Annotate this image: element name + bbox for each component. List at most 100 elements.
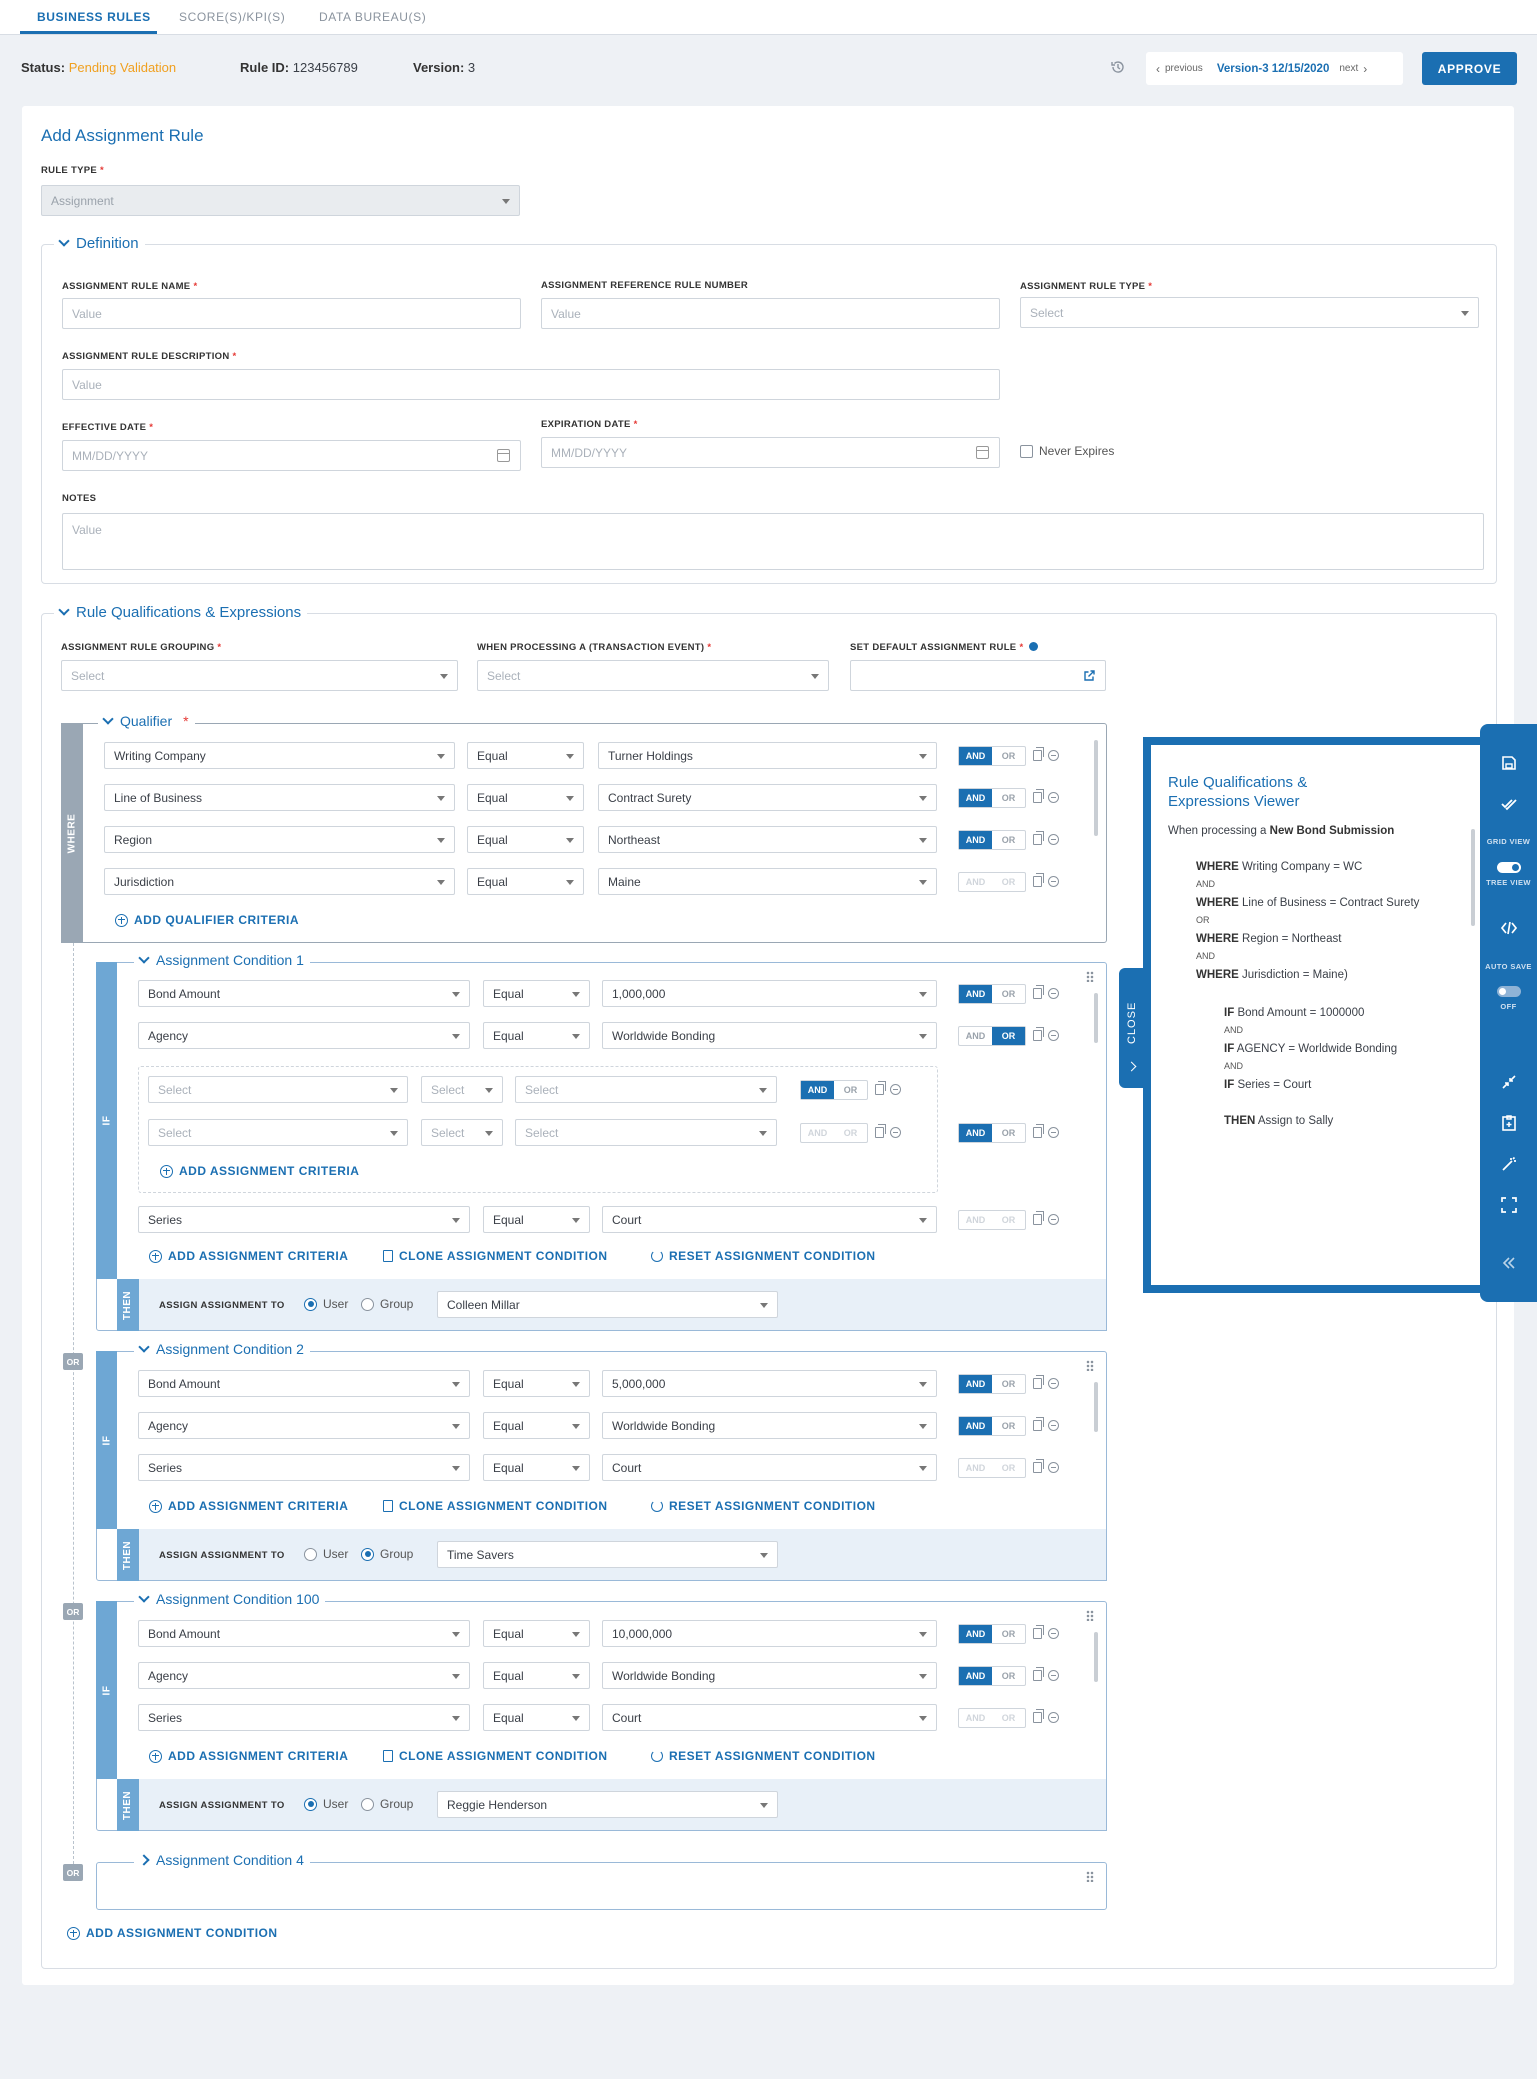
copy-icon[interactable] [875,1124,886,1138]
condition-field-select[interactable]: Bond Amount [138,980,470,1007]
or-toggle[interactable]: OR [834,1081,867,1099]
condition-and-or[interactable]: AND OR [958,1708,1026,1728]
and-toggle[interactable]: AND [959,1417,992,1435]
condition-toggle[interactable]: Assignment Condition 2 [134,1340,310,1357]
ref-number-input[interactable]: Value [541,298,1000,329]
qualifier-value-select[interactable]: Northeast [598,826,937,853]
copy-icon[interactable] [1033,1709,1044,1723]
description-input[interactable]: Value [62,369,1000,400]
condition-4-toggle[interactable]: Assignment Condition 4 [134,1852,310,1868]
remove-icon[interactable] [1048,834,1059,845]
expiration-date-input[interactable]: MM/DD/YYYY [541,437,1000,468]
add-assignment-condition-button[interactable]: ADD ASSIGNMENT CONDITION [67,1926,278,1940]
rule-type-select[interactable]: Assignment [41,185,520,216]
collapse-icon[interactable] [1500,1073,1518,1091]
qualifier-operator-select[interactable]: Equal [467,826,584,853]
condition-and-or[interactable]: AND OR [958,1026,1026,1046]
rule-name-input[interactable]: Value [62,298,521,329]
radio-circle[interactable] [304,1297,317,1311]
qualifier-field-select[interactable]: Jurisdiction [104,868,455,895]
remove-icon[interactable] [1048,1712,1059,1723]
qualifier-and-or[interactable]: AND OR [958,872,1026,892]
rule-qualifications-toggle[interactable]: Rule Qualifications & Expressions [54,604,308,621]
clone-condition-button[interactable]: CLONE ASSIGNMENT CONDITION [383,1749,608,1763]
add-qualifier-criteria-button[interactable]: ADD QUALIFIER CRITERIA [115,913,299,927]
drag-handle-icon[interactable] [1086,971,1094,982]
save-icon[interactable] [1500,754,1518,772]
tab-scores-kpis[interactable]: SCORE(S)/KPI(S) [179,10,285,24]
and-toggle[interactable]: AND [959,831,992,849]
condition-field-select[interactable]: Agency [138,1662,470,1689]
condition-value-select[interactable]: Court [602,1206,937,1233]
nested-operator-select[interactable]: Select [421,1119,503,1146]
external-link-icon[interactable] [1083,669,1096,682]
assignee-select[interactable]: Reggie Henderson [437,1791,778,1818]
auto-save-toggle[interactable] [1497,986,1521,997]
and-toggle[interactable]: AND [959,1124,992,1142]
rule-type2-select[interactable]: Select [1020,297,1479,328]
condition-and-or[interactable]: AND OR [958,1666,1026,1686]
clone-condition-button[interactable]: CLONE ASSIGNMENT CONDITION [383,1249,608,1263]
user-radio[interactable]: User [304,1547,348,1561]
and-toggle[interactable]: AND [959,1459,992,1477]
view-toggle[interactable] [1497,862,1521,873]
default-rule-input[interactable] [850,660,1106,691]
qualifier-toggle[interactable]: Qualifier * [98,712,195,729]
and-toggle[interactable]: AND [959,1375,992,1393]
copy-icon[interactable] [1033,985,1044,999]
condition-field-select[interactable]: Agency [138,1022,470,1049]
remove-icon[interactable] [1048,1378,1059,1389]
reset-condition-button[interactable]: RESET ASSIGNMENT CONDITION [651,1249,876,1263]
copy-icon[interactable] [1033,747,1044,761]
and-toggle[interactable]: AND [801,1081,834,1099]
nested-field-select[interactable]: Select [148,1119,408,1146]
next-version-link[interactable]: next [1339,63,1358,74]
or-toggle[interactable]: OR [992,747,1025,765]
or-toggle[interactable]: OR [992,1211,1025,1229]
previous-version-link[interactable]: previous [1165,63,1203,74]
assignee-select[interactable]: Time Savers [437,1541,778,1568]
or-toggle[interactable]: OR [992,1417,1025,1435]
remove-icon[interactable] [1048,1462,1059,1473]
condition-field-select[interactable]: Series [138,1206,470,1233]
or-toggle[interactable]: OR [992,1375,1025,1393]
condition-and-or[interactable]: AND OR [958,1210,1026,1230]
or-toggle[interactable]: OR [992,985,1025,1003]
or-toggle[interactable]: OR [992,831,1025,849]
qualifier-value-select[interactable]: Contract Surety [598,784,937,811]
copy-icon[interactable] [1033,1625,1044,1639]
info-icon[interactable] [1029,642,1039,651]
viewer-scrollbar[interactable] [1471,829,1475,926]
remove-icon[interactable] [1048,876,1059,887]
radio-circle[interactable] [304,1547,317,1561]
drag-handle-icon[interactable] [1086,1871,1094,1882]
definition-toggle[interactable]: Definition [54,235,145,252]
condition-and-or[interactable]: AND OR [958,1458,1026,1478]
nested-and-or[interactable]: AND OR [800,1080,868,1100]
or-toggle[interactable]: OR [992,873,1025,891]
and-toggle[interactable]: AND [959,1709,992,1727]
calendar-icon[interactable] [976,446,989,459]
copy-icon[interactable] [875,1081,886,1095]
tab-business-rules[interactable]: BUSINESS RULES [37,10,151,24]
remove-icon[interactable] [890,1127,901,1138]
qualifier-operator-select[interactable]: Equal [467,742,584,769]
remove-icon[interactable] [1048,1030,1059,1041]
group-radio[interactable]: Group [361,1297,413,1311]
copy-icon[interactable] [1033,873,1044,887]
radio-circle[interactable] [361,1547,374,1561]
condition-and-or[interactable]: AND OR [958,984,1026,1004]
qualifier-value-select[interactable]: Turner Holdings [598,742,937,769]
add-assignment-criteria-button[interactable]: ADD ASSIGNMENT CRITERIA [149,1499,348,1513]
condition-field-select[interactable]: Series [138,1704,470,1731]
magic-wand-icon[interactable] [1500,1155,1518,1173]
nested-operator-select[interactable]: Select [421,1076,503,1103]
condition-field-select[interactable]: Bond Amount [138,1620,470,1647]
user-radio[interactable]: User [304,1797,348,1811]
or-toggle[interactable]: OR [834,1124,867,1142]
chevron-right-icon[interactable]: › [1363,62,1367,76]
nested-and-or[interactable]: AND OR [800,1123,868,1143]
transaction-event-select[interactable]: Select [477,660,829,691]
and-toggle[interactable]: AND [959,873,992,891]
condition-operator-select[interactable]: Equal [483,1454,590,1481]
